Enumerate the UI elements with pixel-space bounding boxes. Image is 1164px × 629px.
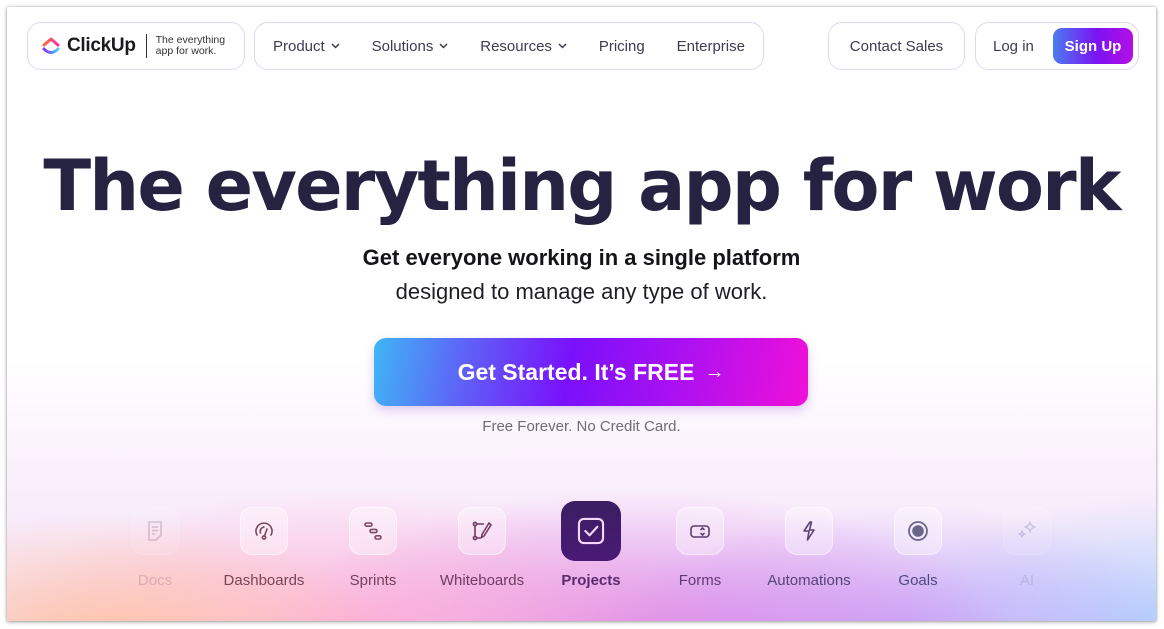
contact-sales-button[interactable]: Contact Sales (828, 22, 965, 70)
form-icon (690, 525, 710, 538)
get-started-button[interactable]: Get Started. It’s FREE → (374, 338, 808, 406)
doc-icon (148, 521, 162, 541)
target-icon (908, 521, 928, 541)
feature-forms[interactable]: Forms (645, 507, 755, 589)
feature-label: Dashboards (223, 572, 305, 589)
feature-ai[interactable]: AI (972, 507, 1082, 589)
feature-label: Forms (678, 572, 722, 589)
feature-label: AI (1019, 572, 1035, 589)
feature-tile (1003, 507, 1051, 555)
feature-goals[interactable]: Goals (863, 507, 973, 589)
feature-whiteboards[interactable]: Whiteboards (427, 507, 537, 589)
hero-subheading-line-2: designed to manage any type of work. (395, 279, 768, 304)
feature-automations[interactable]: Automations (754, 507, 864, 589)
login-link[interactable]: Log in (993, 38, 1034, 55)
nav-label: Resources (480, 37, 552, 55)
feature-docs[interactable]: Docs (100, 507, 210, 589)
feature-label: Sprints (349, 572, 397, 589)
page-frame: ClickUp The everything app for work. Pro… (7, 7, 1156, 621)
lightning-icon (803, 521, 815, 541)
feature-label: Docs (137, 572, 173, 589)
nav-item-solutions[interactable]: Solutions (372, 38, 449, 55)
feature-tile (676, 507, 724, 555)
tagline-line-2: app for work. (155, 45, 217, 57)
hero-headline: The everything app for work (43, 145, 1121, 227)
auth-group: Log in Sign Up (975, 22, 1139, 70)
feature-tile (785, 507, 833, 555)
signup-button[interactable]: Sign Up (1053, 28, 1133, 64)
chevron-down-icon (331, 43, 340, 49)
hero-subheading-line-1: Get everyone working in a single platfor… (362, 245, 801, 270)
logo-text: ClickUp (67, 35, 136, 56)
feature-label: Automations (767, 572, 851, 589)
feature-tile (894, 507, 942, 555)
feature-projects[interactable]: Projects (536, 501, 646, 589)
nav-label: Pricing (598, 37, 645, 55)
logo-tagline: The everything app for work. (156, 35, 225, 57)
feature-label: Goals (898, 572, 938, 589)
feature-tile-active (561, 501, 621, 561)
clickup-logo-icon (42, 37, 60, 54)
feature-tile (131, 507, 179, 555)
nav-item-pricing[interactable]: Pricing (599, 38, 645, 55)
cta-note: Free Forever. No Credit Card. (482, 418, 681, 435)
sparkles-icon (1018, 521, 1036, 538)
sprints-icon (364, 522, 382, 540)
feature-label: Whiteboards (439, 572, 525, 589)
feature-tile (349, 507, 397, 555)
logo-link[interactable]: ClickUp The everything app for work. (27, 22, 245, 70)
whiteboard-icon (472, 521, 492, 541)
nav-label: Solutions (371, 37, 434, 55)
cta-label: Get Started. It’s FREE (457, 358, 695, 385)
checkbox-icon (577, 517, 605, 545)
main-nav: Product Solutions Resources Pricing Ente… (254, 22, 764, 70)
feature-tile (240, 507, 288, 555)
arrow-right-icon: → (704, 360, 725, 383)
feature-tile (458, 507, 506, 555)
nav-item-enterprise[interactable]: Enterprise (677, 38, 745, 55)
feature-dashboards[interactable]: Dashboards (209, 507, 319, 589)
feature-label: Projects (561, 572, 621, 589)
nav-item-product[interactable]: Product (273, 38, 340, 55)
feature-sprints[interactable]: Sprints (318, 507, 428, 589)
nav-item-resources[interactable]: Resources (480, 38, 567, 55)
chevron-down-icon (439, 43, 448, 49)
chevron-down-icon (558, 43, 567, 49)
gauge-icon (255, 522, 273, 540)
nav-label: Enterprise (676, 37, 745, 55)
nav-label: Product (273, 37, 325, 55)
logo-divider (145, 34, 147, 58)
